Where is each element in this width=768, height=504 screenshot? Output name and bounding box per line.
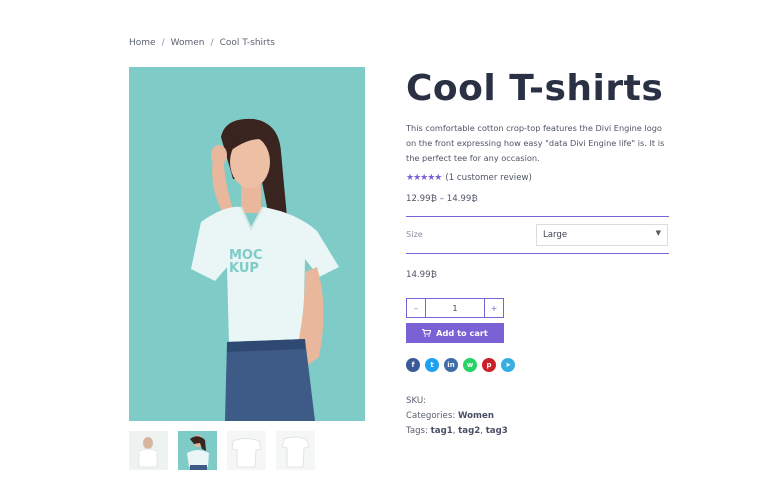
social-share: f t in w p ➤ (406, 358, 515, 372)
thumbnail-image (276, 431, 315, 470)
breadcrumb-separator: / (161, 38, 165, 48)
breadcrumb-current: Cool T-shirts (219, 38, 275, 48)
categories-row: Categories: Women (406, 409, 508, 424)
categories-label: Categories: (406, 411, 456, 421)
star-rating-icon: ★★★★★ (406, 173, 442, 183)
thumbnail-image (129, 431, 168, 470)
sku-row: SKU: (406, 394, 508, 409)
size-label: Size (406, 229, 423, 239)
linkedin-share-icon[interactable]: in (444, 358, 458, 372)
variations-table: Size Large ▼ (406, 216, 669, 254)
mockup-logo-line2: KUP (229, 261, 259, 276)
breadcrumb: Home / Women / Cool T-shirts (129, 38, 275, 48)
breadcrumb-home-link[interactable]: Home (129, 38, 156, 48)
tag-link[interactable]: tag2 (458, 426, 480, 436)
quantity-decrease-button[interactable]: – (407, 299, 426, 317)
product-meta: SKU: Categories: Women Tags: tag1, tag2,… (406, 394, 508, 439)
add-to-cart-label: Add to cart (436, 328, 488, 338)
facebook-share-icon[interactable]: f (406, 358, 420, 372)
twitter-share-icon[interactable]: t (425, 358, 439, 372)
tag-link[interactable]: tag3 (486, 426, 508, 436)
product-title: Cool T-shirts (406, 68, 664, 109)
customer-review-link[interactable]: (1 customer review) (445, 173, 532, 183)
price-range: 12.99₿ – 14.99₿ (406, 194, 478, 204)
tag-link[interactable]: tag1 (431, 426, 453, 436)
tags-label: Tags: (406, 426, 428, 436)
chevron-down-icon: ▼ (655, 229, 661, 237)
thumbnail[interactable] (276, 431, 315, 470)
product-photo: MOC KUP (129, 67, 365, 421)
quantity-stepper: – 1 + (406, 298, 504, 318)
variation-price: 14.99₿ (406, 270, 437, 280)
telegram-share-icon[interactable]: ➤ (501, 358, 515, 372)
thumbnail-active[interactable] (178, 431, 217, 470)
size-select[interactable]: Large ▼ (536, 224, 668, 246)
product-rating: ★★★★★ (1 customer review) (406, 173, 532, 183)
product-description: This comfortable cotton crop-top feature… (406, 123, 665, 163)
breadcrumb-separator: / (210, 38, 214, 48)
thumbnail[interactable] (227, 431, 266, 470)
product-main-image[interactable]: MOC KUP (129, 67, 365, 421)
thumbnail-image (227, 431, 266, 470)
cart-icon (422, 329, 432, 337)
size-select-value: Large (543, 230, 568, 240)
tags-row: Tags: tag1, tag2, tag3 (406, 426, 508, 436)
quantity-increase-button[interactable]: + (484, 299, 503, 317)
add-to-cart-button[interactable]: Add to cart (406, 323, 504, 343)
pinterest-share-icon[interactable]: p (482, 358, 496, 372)
product-thumbnails (129, 431, 315, 470)
quantity-input[interactable]: 1 (426, 299, 484, 317)
breadcrumb-category-link[interactable]: Women (171, 38, 205, 48)
thumbnail[interactable] (129, 431, 168, 470)
sku-label: SKU: (406, 396, 427, 406)
whatsapp-share-icon[interactable]: w (463, 358, 477, 372)
thumbnail-image (178, 431, 217, 470)
category-link[interactable]: Women (458, 411, 494, 421)
